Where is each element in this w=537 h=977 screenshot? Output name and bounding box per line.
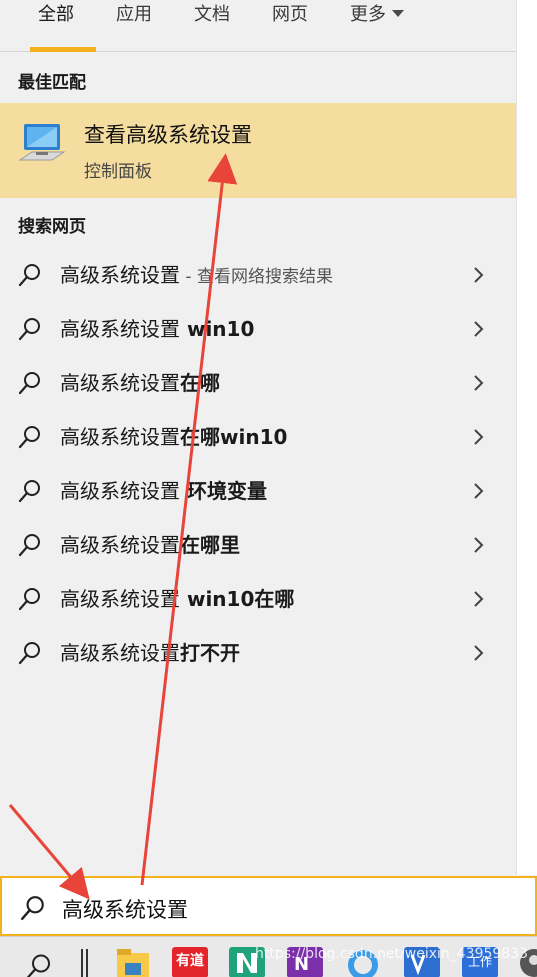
- result-query: 高级系统设置: [60, 317, 180, 341]
- watermark: https://blog.csdn.net/weixin_43959833: [255, 946, 529, 962]
- monitor-settings-icon: [18, 124, 66, 161]
- tab-all[interactable]: 全部: [38, 4, 74, 48]
- result-query: 高级系统设置: [60, 479, 180, 503]
- result-query: 高级系统设置: [60, 587, 180, 611]
- youdao-icon[interactable]: 有道: [172, 947, 208, 977]
- chevron-right-icon[interactable]: [471, 320, 485, 338]
- result-query: 高级系统设置: [60, 641, 180, 665]
- web-result-item[interactable]: 高级系统设置 - 查看网络搜索结果: [0, 248, 516, 302]
- chevron-right-icon[interactable]: [471, 428, 485, 446]
- best-match-item[interactable]: [0, 103, 516, 198]
- search-icon: [18, 318, 40, 341]
- best-match-title: 查看高级系统设置: [84, 123, 252, 147]
- tab-documents[interactable]: 文档: [194, 4, 230, 48]
- search-icon: [18, 372, 40, 395]
- search-icon: [18, 480, 40, 503]
- search-icon[interactable]: [24, 951, 52, 977]
- web-result-item[interactable]: 高级系统设置在哪win10: [0, 410, 516, 464]
- chevron-down-icon: [392, 10, 404, 17]
- chevron-right-icon[interactable]: [471, 266, 485, 284]
- search-input[interactable]: 高级系统设置: [62, 894, 188, 924]
- search-icon: [20, 896, 44, 921]
- result-suffix: 打不开: [180, 641, 240, 665]
- web-result-item[interactable]: 高级系统设置 环境变量: [0, 464, 516, 518]
- search-icon: [18, 534, 40, 557]
- tab-more[interactable]: 更多: [350, 4, 404, 48]
- best-match-subtitle: 控制面板: [84, 162, 152, 182]
- result-suffix: win10在哪: [180, 587, 295, 611]
- active-tab-indicator: [30, 47, 96, 52]
- tab-web[interactable]: 网页: [272, 4, 308, 48]
- search-icon: [18, 264, 40, 287]
- web-result-item[interactable]: 高级系统设置在哪: [0, 356, 516, 410]
- best-match-header: 最佳匹配: [18, 73, 86, 93]
- tab-apps[interactable]: 应用: [116, 4, 152, 48]
- result-suffix: 环境变量: [180, 479, 267, 503]
- tab-more-label: 更多: [350, 4, 386, 25]
- web-result-item[interactable]: 高级系统设置 win10在哪: [0, 572, 516, 626]
- search-icon: [18, 426, 40, 449]
- web-results-header: 搜索网页: [18, 217, 86, 237]
- search-scope-tabs: 全部 应用 文档 网页 更多: [0, 0, 516, 52]
- result-suffix: 在哪: [180, 371, 220, 395]
- chevron-right-icon[interactable]: [471, 482, 485, 500]
- result-query: 高级系统设置: [60, 371, 180, 395]
- result-query: 高级系统设置: [60, 425, 180, 449]
- chevron-right-icon[interactable]: [471, 590, 485, 608]
- result-suffix: 在哪里: [180, 533, 240, 557]
- search-icon: [18, 588, 40, 611]
- search-icon: [18, 642, 40, 665]
- search-box[interactable]: 高级系统设置: [0, 876, 537, 936]
- file-explorer-icon[interactable]: [116, 947, 150, 977]
- result-hint: - 查看网络搜索结果: [180, 267, 333, 287]
- preview-pane-edge: [516, 0, 537, 875]
- chevron-right-icon[interactable]: [471, 644, 485, 662]
- chevron-right-icon[interactable]: [471, 374, 485, 392]
- web-result-item[interactable]: 高级系统设置在哪里: [0, 518, 516, 572]
- result-suffix: 在哪win10: [180, 425, 288, 449]
- result-query: 高级系统设置: [60, 533, 180, 557]
- chevron-right-icon[interactable]: [471, 536, 485, 554]
- web-result-item[interactable]: 高级系统设置 win10: [0, 302, 516, 356]
- task-view-icon[interactable]: [80, 947, 90, 977]
- web-result-item[interactable]: 高级系统设置打不开: [0, 626, 516, 680]
- result-query: 高级系统设置: [60, 263, 180, 287]
- result-suffix: win10: [180, 317, 255, 341]
